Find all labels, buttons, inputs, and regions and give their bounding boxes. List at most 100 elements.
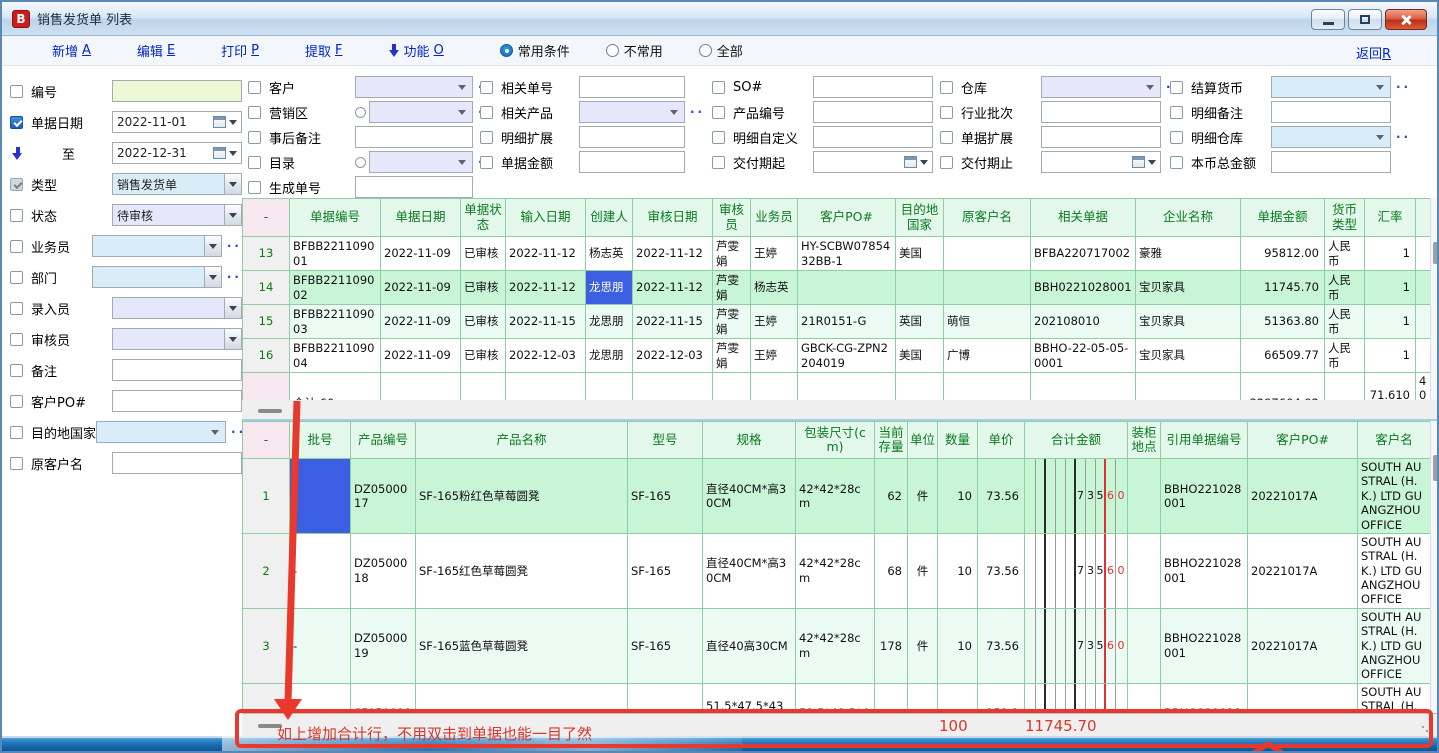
dropdown-arrow-icon[interactable] [920, 160, 928, 165]
column-header[interactable]: 包装尺寸(cm) [796, 422, 875, 459]
grid-cell[interactable] [1128, 533, 1161, 608]
filter-checkbox[interactable] [10, 209, 23, 222]
grid-cell[interactable]: 龙思朋 [586, 305, 633, 339]
grid-cell[interactable]: 王婷 [751, 237, 798, 271]
grid-cell[interactable]: 人民币 [1325, 271, 1365, 305]
grid-cell[interactable]: 73.56 [978, 459, 1025, 534]
grid-cell[interactable]: GBCK-CG-ZPN2204019 [798, 339, 896, 373]
filter-field-input[interactable] [1271, 151, 1391, 173]
grid-cell[interactable]: 2022-11-15 [633, 305, 713, 339]
filter-field-combo[interactable] [579, 101, 685, 123]
combo-chevron-icon[interactable] [670, 110, 678, 115]
close-button[interactable] [1385, 9, 1427, 30]
grid-cell-合计金额[interactable]: 73560 [1025, 459, 1128, 534]
grid-cell-合计金额[interactable]: 73560 [1025, 533, 1128, 608]
grid-cell[interactable]: - [290, 459, 351, 534]
column-header[interactable]: 单据日期 [381, 199, 461, 237]
column-header[interactable]: 单据状态 [461, 199, 506, 237]
grid-cell[interactable]: 68 [875, 533, 908, 608]
dropdown-button[interactable] [224, 174, 241, 194]
column-header[interactable]: - [243, 199, 290, 237]
column-header[interactable]: 货币类型 [1325, 199, 1365, 237]
column-header[interactable]: 汇率 [1365, 199, 1416, 237]
maximize-button[interactable] [1348, 9, 1382, 30]
filter-field-select[interactable]: 销售发货单 [112, 173, 242, 195]
filter-checkbox[interactable] [10, 240, 23, 253]
grid-cell[interactable]: 42*42*28cm [796, 533, 875, 608]
filter-checkbox[interactable] [940, 156, 953, 169]
grid-cell[interactable]: HY-SCBW0785432BB-1 [798, 237, 896, 271]
grid-cell[interactable]: *足球座位白沙发(白+黑)(NX) [416, 683, 628, 713]
grid-cell[interactable]: SF-165 [628, 459, 703, 534]
toolbar-action-O[interactable]: 功能O [389, 41, 444, 60]
filter-checkbox[interactable] [712, 156, 725, 169]
toolbar-action-E[interactable]: 编辑E [137, 41, 175, 60]
grid-cell[interactable]: 件 [908, 459, 938, 534]
dropdown-arrow-icon[interactable] [229, 120, 237, 125]
grid-cell[interactable]: 件 [908, 683, 938, 713]
grid-cell[interactable] [1416, 339, 1431, 373]
grid-cell[interactable]: 杨志英 [586, 237, 633, 271]
grid-cell[interactable]: 人民币 [1325, 339, 1365, 373]
more-options-button[interactable]: ·· [690, 105, 705, 119]
combo-chevron-icon[interactable] [1376, 135, 1384, 140]
grid-cell[interactable]: BFBB221109002 [290, 271, 381, 305]
grid-cell[interactable]: 2022-11-09 [381, 271, 461, 305]
grid-cell[interactable]: 56 [875, 683, 908, 713]
filter-field-input[interactable] [112, 359, 242, 381]
grid-cell[interactable]: DZ0500018 [351, 533, 416, 608]
grid-cell[interactable]: BFBB221109004 [290, 339, 381, 373]
grid-cell[interactable]: 芦雯娟 [713, 305, 751, 339]
filter-checkbox[interactable] [10, 116, 23, 129]
combo-chevron-icon[interactable] [211, 430, 219, 435]
grid-cell[interactable]: 20221017A [1248, 459, 1358, 534]
grid-cell[interactable]: BFBB221109003 [290, 305, 381, 339]
filter-checkbox[interactable] [712, 106, 725, 119]
row-number[interactable]: 3 [243, 608, 290, 683]
filter-field-combo[interactable] [1041, 76, 1161, 98]
grid-cell[interactable]: 广博 [944, 339, 1031, 373]
column-header[interactable]: 客户PO# [798, 199, 896, 237]
grid-cell[interactable]: 2022-11-09 [381, 237, 461, 271]
column-header[interactable]: 业务员 [751, 199, 798, 237]
grid-cell[interactable]: 20221017A [1248, 608, 1358, 683]
grid-cell[interactable] [944, 237, 1031, 271]
grid-cell[interactable]: 件 [908, 608, 938, 683]
calendar-icon[interactable] [904, 156, 917, 168]
grid-cell[interactable]: - [290, 533, 351, 608]
grid-cell[interactable]: 人民币 [1325, 305, 1365, 339]
row-number[interactable]: 4 [243, 683, 290, 713]
grid-cell[interactable]: BFBA220717002 [1031, 237, 1136, 271]
filter-checkbox[interactable] [248, 181, 261, 194]
filter-checkbox[interactable] [10, 178, 23, 191]
grid-cell[interactable]: 芦雯娟 [713, 237, 751, 271]
grid-cell[interactable]: 66509.77 [1241, 339, 1325, 373]
filter-checkbox[interactable] [10, 364, 23, 377]
grid-cell[interactable]: 宝贝家具 [1136, 339, 1241, 373]
row-number[interactable]: 15 [243, 305, 290, 339]
filter-mode-radio[interactable]: 不常用 [606, 41, 663, 60]
toolbar-action-F[interactable]: 提取F [305, 41, 343, 60]
grid-cell[interactable]: 直径40CM*高30CM [703, 533, 796, 608]
grid-cell[interactable]: DZ0500017 [351, 459, 416, 534]
grid-cell[interactable]: 21R0151-G [798, 305, 896, 339]
filter-checkbox[interactable] [10, 457, 23, 470]
column-header[interactable] [1416, 199, 1431, 237]
filter-checkbox[interactable] [10, 271, 23, 284]
grid-cell[interactable]: 1 [1365, 237, 1416, 271]
row-number[interactable]: 14 [243, 271, 290, 305]
filter-checkbox[interactable] [940, 81, 953, 94]
column-header[interactable]: 批号 [290, 422, 351, 459]
grid-cell[interactable]: 51.5*47.5*43 内空：29*27.5，坐高：21.5 [703, 683, 796, 713]
filter-field-select[interactable]: 待审核 [112, 204, 242, 226]
dropdown-button[interactable] [224, 298, 241, 318]
filter-field-input[interactable] [579, 126, 685, 148]
grid-cell[interactable]: 2022-11-12 [506, 271, 586, 305]
filter-checkbox[interactable] [1170, 156, 1183, 169]
filter-checkbox[interactable] [480, 131, 493, 144]
grid-cell[interactable]: 芦雯娟 [713, 339, 751, 373]
column-header[interactable]: 型号 [628, 422, 703, 459]
filter-field-input[interactable] [112, 452, 242, 474]
grid-cell[interactable]: 2022-11-09 [381, 305, 461, 339]
grid-cell[interactable]: 2022-11-09 [381, 339, 461, 373]
